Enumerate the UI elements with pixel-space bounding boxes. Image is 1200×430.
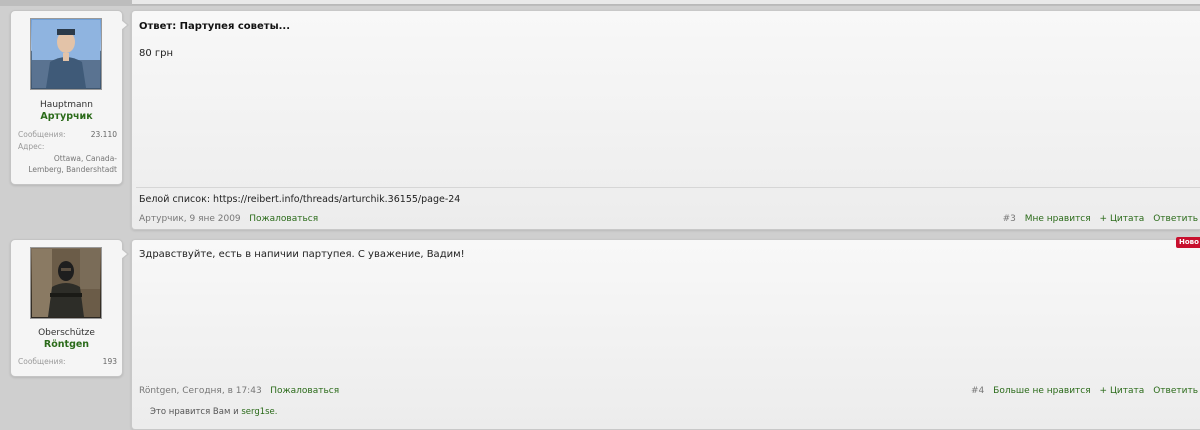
author-date[interactable]: Артурчик, 9 яне 2009 xyxy=(139,214,241,224)
post-actions: #4 Больше не нравится + Цитата Ответить xyxy=(965,386,1198,396)
message-title: Ответ: Партупея советы... xyxy=(139,21,291,32)
author-date[interactable]: Röntgen, Сегодня, в 17:43 xyxy=(139,386,262,396)
signature[interactable]: Белой список: https://reibert.info/threa… xyxy=(139,194,460,205)
previous-post-edge xyxy=(132,0,1200,5)
avatar[interactable] xyxy=(30,18,102,90)
post-meta: Артурчик, 9 яне 2009 Пожаловаться xyxy=(139,214,318,224)
post-4: Oberschütze Röntgen Сообщения: 193 Ново … xyxy=(0,237,1200,430)
messages-label: Сообщения: xyxy=(18,130,66,139)
panel-arrow xyxy=(121,19,129,31)
quote-link[interactable]: + Цитата xyxy=(1100,214,1145,224)
address-stat: Адрес: xyxy=(18,142,117,151)
user-info-panel: Oberschütze Röntgen Сообщения: 193 xyxy=(10,239,129,377)
post-number[interactable]: #3 xyxy=(1003,214,1016,224)
unlike-link[interactable]: Больше не нравится xyxy=(993,386,1091,396)
post-3: Hauptmann Артурчик Сообщения: 23.110 Адр… xyxy=(0,10,1200,230)
post-meta: Röntgen, Сегодня, в 17:43 Пожаловаться xyxy=(139,386,339,396)
likes-prefix: Это нравится Вам и xyxy=(150,407,239,417)
likes-summary: Это нравится Вам и serg1se. xyxy=(150,407,277,417)
address-label: Адрес: xyxy=(18,142,45,151)
report-link[interactable]: Пожаловаться xyxy=(270,386,339,396)
post-number[interactable]: #4 xyxy=(971,386,984,396)
liker-link[interactable]: serg1se. xyxy=(241,407,277,417)
message-body: Ново Здравствуйте, есть в напичии партуп… xyxy=(131,237,1200,430)
avatar-image xyxy=(32,249,100,317)
messages-value[interactable]: 23.110 xyxy=(91,130,117,139)
panel-arrow xyxy=(121,248,129,260)
reply-link[interactable]: Ответить xyxy=(1153,214,1198,224)
report-link[interactable]: Пожаловаться xyxy=(249,214,318,224)
message-text: 80 грн xyxy=(139,48,174,59)
like-link[interactable]: Мне нравится xyxy=(1025,214,1091,224)
messages-stat: Сообщения: 193 xyxy=(18,357,117,366)
messages-label: Сообщения: xyxy=(18,357,66,366)
top-strip xyxy=(0,0,1200,6)
user-info-panel: Hauptmann Артурчик Сообщения: 23.110 Адр… xyxy=(10,10,129,185)
avatar[interactable] xyxy=(30,247,102,319)
new-badge: Ново xyxy=(1176,237,1200,248)
username[interactable]: Артурчик xyxy=(11,111,122,122)
message-body: Ответ: Партупея советы... 80 грн Белой с… xyxy=(131,10,1200,230)
messages-stat: Сообщения: 23.110 xyxy=(18,130,117,139)
messages-value[interactable]: 193 xyxy=(103,357,117,366)
user-rank: Hauptmann xyxy=(40,100,93,110)
avatar-image xyxy=(32,20,100,88)
quote-link[interactable]: + Цитата xyxy=(1100,386,1145,396)
address-value: Ottawa, Canada-Lemberg, Bandershtadt xyxy=(28,154,117,174)
post-actions: #3 Мне нравится + Цитата Ответить xyxy=(997,214,1198,224)
message-text: Здравствуйте, есть в напичии партупея. С… xyxy=(139,249,465,260)
user-rank: Oberschütze xyxy=(38,328,95,338)
signature-divider xyxy=(136,187,1200,188)
reply-link[interactable]: Ответить xyxy=(1153,386,1198,396)
username[interactable]: Röntgen xyxy=(11,339,122,350)
